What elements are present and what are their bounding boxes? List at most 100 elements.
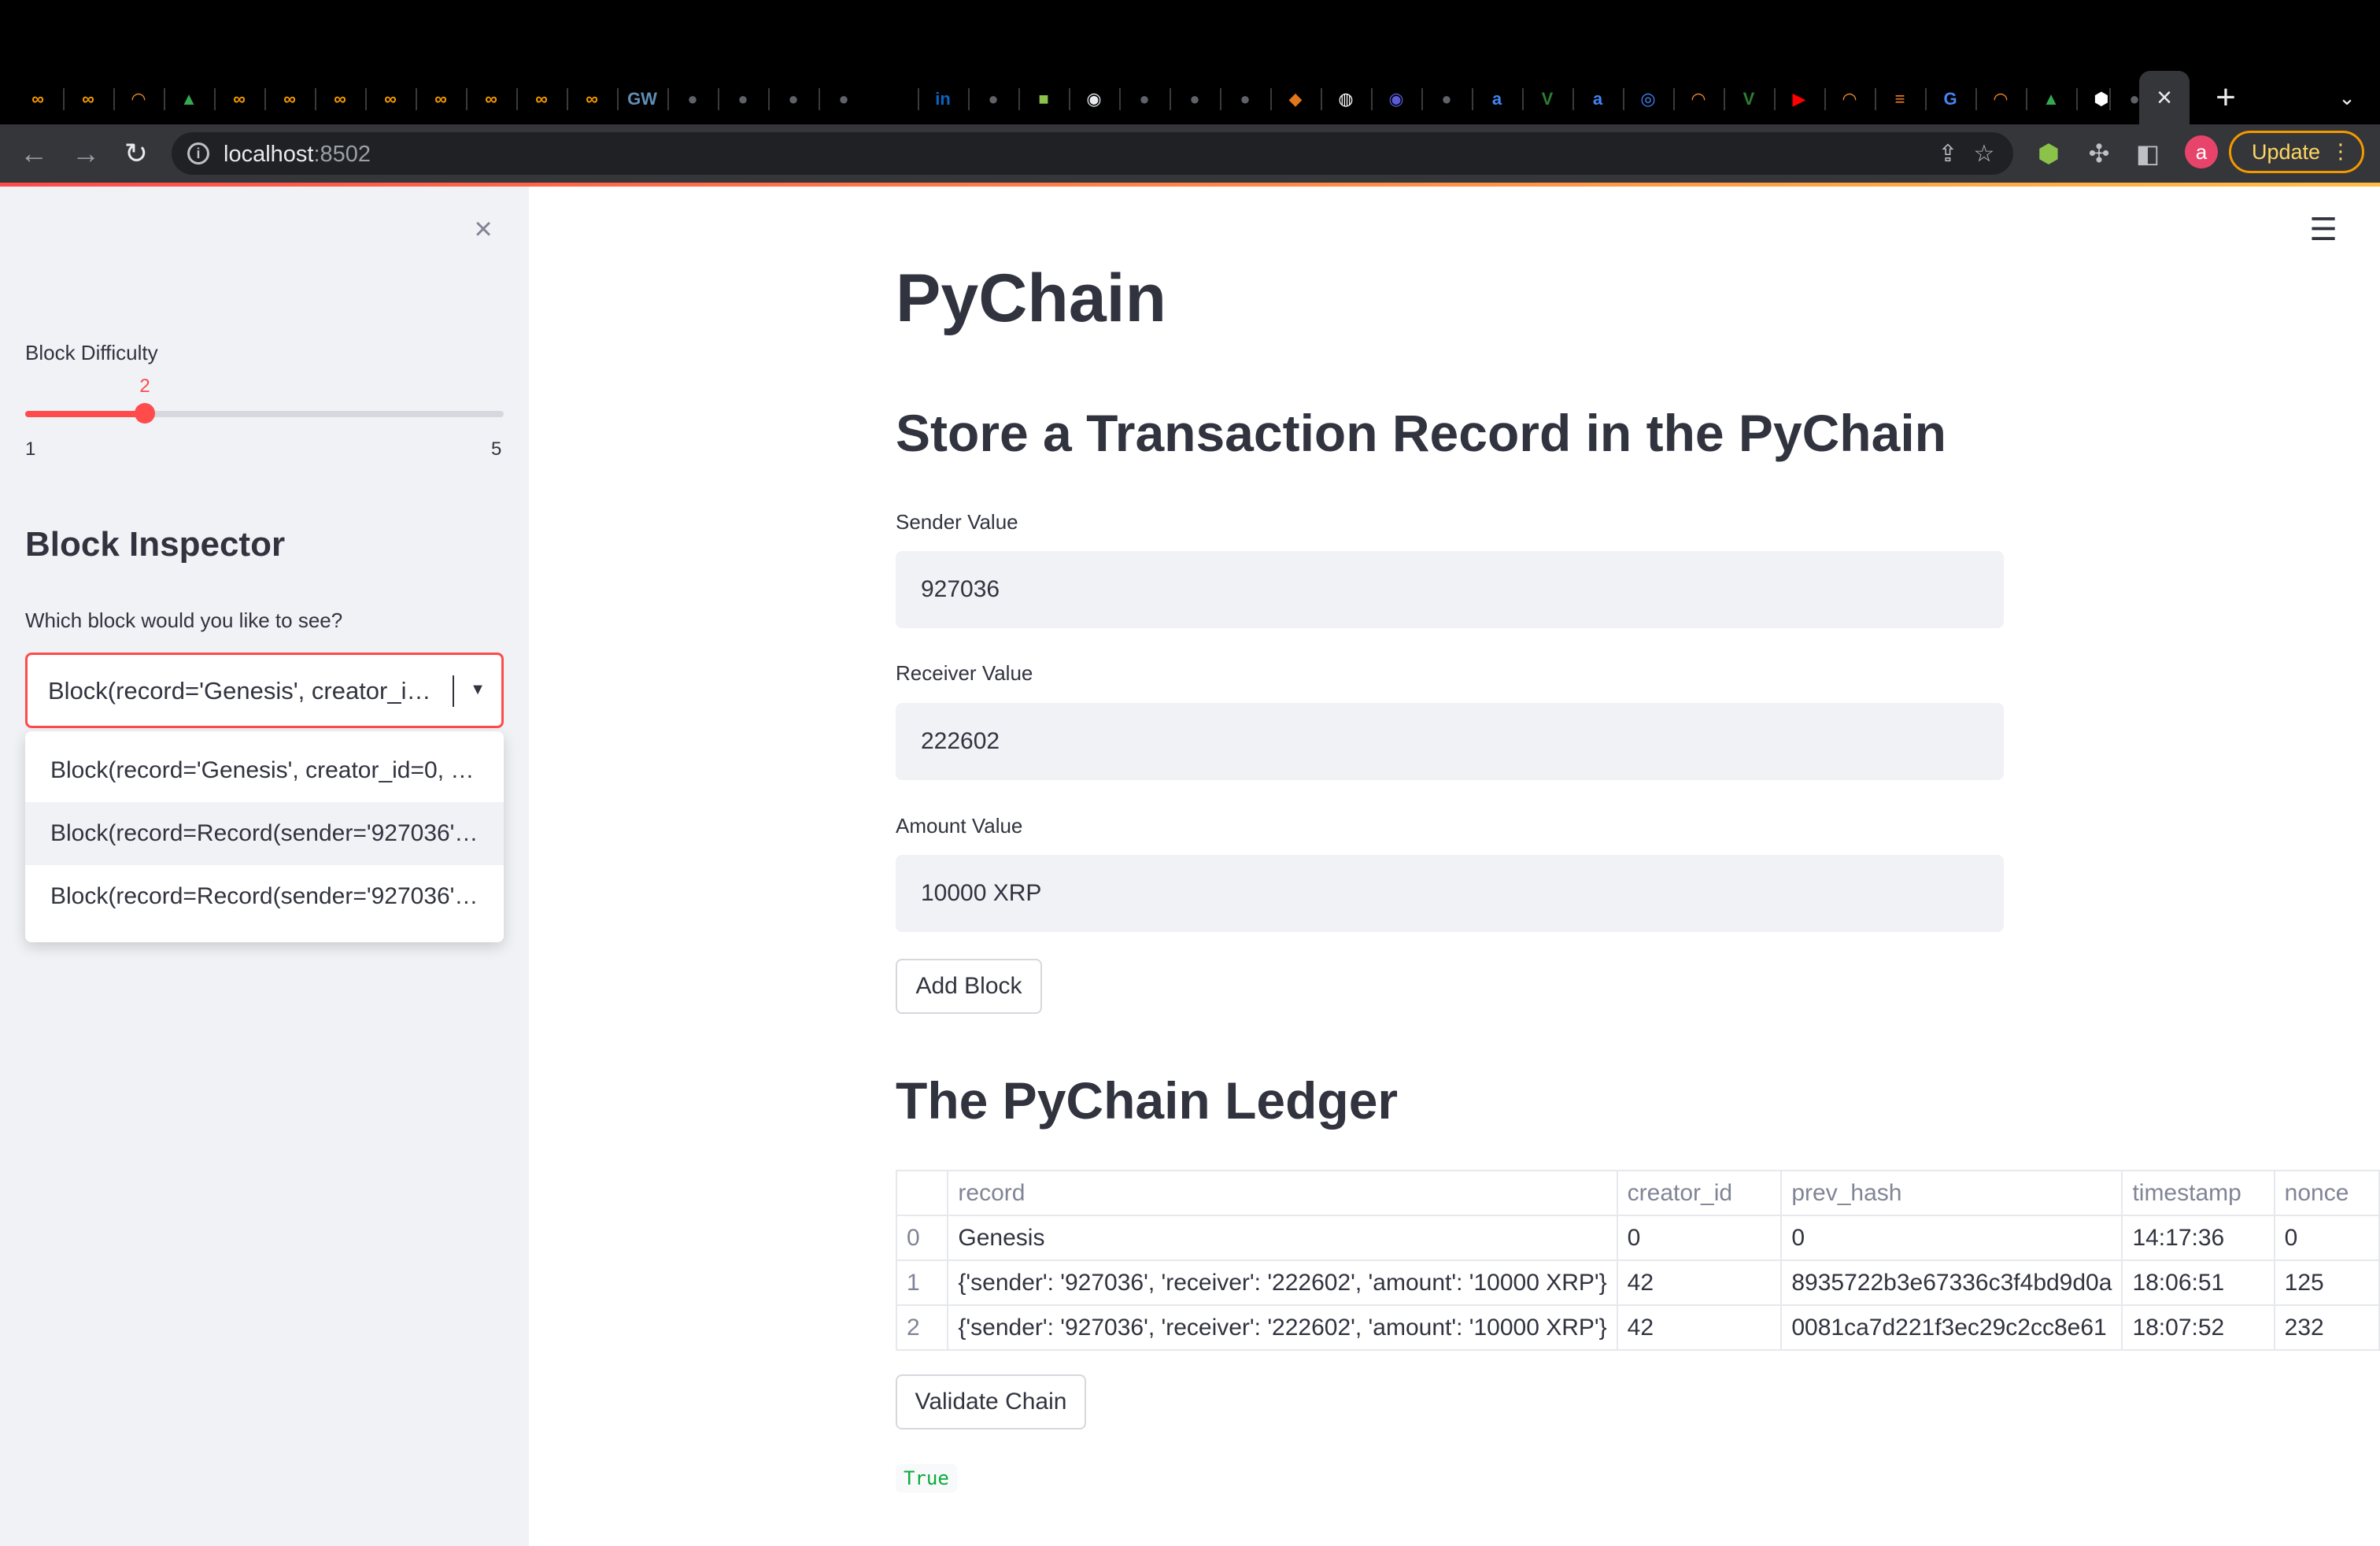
cell-prev-hash[interactable]: 0081ca7d221f3ec29c2cc8e61	[1780, 1304, 2123, 1351]
tab[interactable]: G	[1933, 82, 1968, 117]
tab[interactable]: ≡	[1883, 82, 1917, 117]
tab-strip: ∞ ∞ ◠ ▲ ∞ ∞ ∞ ∞ ∞ ∞ ∞ ∞ GW ● ● ● ● in ● ■ ◉ ● ● ● ◆ ◍ ◉ ● a Va ◎ ◠ V ▶ ◠ ≡ G…	[0, 0, 2380, 124]
tab[interactable]: a	[1580, 82, 1615, 117]
tab-separator	[214, 88, 216, 110]
drive-icon: ▲	[180, 89, 198, 109]
column-header[interactable]: timestamp	[2121, 1170, 2275, 1216]
cell-creator-id[interactable]: 42	[1616, 1304, 1783, 1351]
dropdown-option[interactable]: Block(record=Record(sender='927036', rec…	[25, 865, 504, 928]
receiver-input[interactable]: 222602	[896, 703, 2004, 780]
tab[interactable]: ◠	[121, 82, 156, 117]
tab[interactable]: ◎	[1631, 82, 1665, 117]
column-header[interactable]: nonce	[2273, 1170, 2380, 1216]
tab[interactable]: ●	[976, 82, 1011, 117]
new-tab-button[interactable]: +	[2204, 76, 2248, 120]
slider-max-label: 5	[491, 438, 502, 460]
site-info-icon[interactable]: i	[187, 142, 209, 165]
cell-timestamp[interactable]: 18:07:52	[2121, 1304, 2275, 1351]
side-panel-icon[interactable]: ◧	[2130, 135, 2166, 172]
cell-prev-hash[interactable]: 0	[1780, 1215, 2123, 1261]
tab[interactable]: ●	[1177, 82, 1212, 117]
tab[interactable]: ∞	[423, 82, 458, 117]
tab[interactable]: ●	[675, 82, 710, 117]
tab[interactable]: ●	[1429, 82, 1464, 117]
tab[interactable]: V	[1530, 82, 1565, 117]
cell-record[interactable]: {'sender': '927036', 'receiver': '222602…	[947, 1304, 1618, 1351]
dropdown-option[interactable]: Block(record=Record(sender='927036', rec…	[25, 802, 504, 865]
chevron-down-icon[interactable]: ▼	[462, 674, 493, 705]
cell-nonce[interactable]: 0	[2273, 1215, 2380, 1261]
tab[interactable]: V	[1731, 82, 1766, 117]
tab[interactable]: ●	[826, 82, 861, 117]
slider-thumb[interactable]	[135, 403, 155, 423]
cell-creator-id[interactable]: 42	[1616, 1259, 1783, 1306]
tab[interactable]: ▲	[172, 82, 206, 117]
amount-input[interactable]: 10000 XRP	[896, 855, 2004, 932]
tab[interactable]: ∞	[71, 82, 105, 117]
tab[interactable]: ■	[1026, 82, 1061, 117]
cell-record[interactable]: {'sender': '927036', 'receiver': '222602…	[947, 1259, 1618, 1306]
github-icon: ●	[838, 89, 849, 109]
tab[interactable]: ◍	[1329, 82, 1363, 117]
tab[interactable]: ●	[726, 82, 760, 117]
tab[interactable]: ⬢	[2084, 82, 2119, 117]
tab[interactable]: ▲	[2034, 82, 2068, 117]
column-header[interactable]: record	[947, 1170, 1618, 1216]
tab-separator	[718, 88, 719, 110]
tab[interactable]: ▶	[1782, 82, 1816, 117]
forward-button[interactable]: →	[65, 132, 107, 175]
column-header[interactable]: creator_id	[1616, 1170, 1783, 1216]
tab[interactable]: ●	[776, 82, 811, 117]
back-button[interactable]: ←	[13, 132, 55, 175]
block-select[interactable]: Block(record='Genesis', creator_id=0, pr…	[25, 653, 504, 728]
tab[interactable]: a	[1480, 82, 1514, 117]
cell-record[interactable]: Genesis	[947, 1215, 1618, 1261]
cell-nonce[interactable]: 232	[2273, 1304, 2380, 1351]
bookmark-star-icon[interactable]: ☆	[1969, 139, 1999, 168]
main-menu-icon[interactable]: ☰	[2306, 213, 2341, 247]
column-header[interactable]: prev_hash	[1780, 1170, 2123, 1216]
tab[interactable]: ◆	[1278, 82, 1313, 117]
tab-search-button[interactable]: ⌄	[2325, 76, 2369, 120]
address-bar[interactable]: i localhost:8502 ⇪ ☆	[172, 132, 2013, 175]
add-block-button[interactable]: Add Block	[896, 959, 1042, 1014]
tab[interactable]: ∞	[474, 82, 508, 117]
tab[interactable]: ◠	[1983, 82, 2018, 117]
block-difficulty-slider[interactable]	[25, 403, 504, 423]
cell-creator-id[interactable]: 0	[1616, 1215, 1783, 1261]
tab[interactable]: ◉	[1077, 82, 1111, 117]
tab[interactable]: ∞	[272, 82, 307, 117]
active-tab-close-button[interactable]: ×	[2139, 71, 2190, 124]
tab[interactable]: ∞	[222, 82, 257, 117]
tab[interactable]: GW	[625, 82, 660, 117]
close-sidebar-icon[interactable]: ×	[464, 210, 502, 248]
dropdown-option[interactable]: Block(record='Genesis', creator_id=0, pr…	[25, 739, 504, 802]
tab[interactable]: ◠	[1681, 82, 1716, 117]
extension-icon[interactable]: ⬢	[2031, 135, 2067, 172]
tab[interactable]: ∞	[373, 82, 408, 117]
text-caret	[453, 675, 454, 707]
tab[interactable]: in	[926, 82, 960, 117]
column-header[interactable]	[895, 1170, 949, 1216]
profile-avatar[interactable]: a	[2185, 135, 2218, 168]
cell-timestamp[interactable]: 18:06:51	[2121, 1259, 2275, 1306]
sender-input[interactable]: 927036	[896, 551, 2004, 628]
tab[interactable]: ●	[1127, 82, 1162, 117]
reload-button[interactable]: ↻	[115, 132, 157, 175]
tab[interactable]: ∞	[575, 82, 609, 117]
cell-nonce[interactable]: 125	[2273, 1259, 2380, 1306]
tab[interactable]: ◉	[1379, 82, 1414, 117]
more-menu-icon[interactable]: ⋮	[2330, 139, 2351, 164]
tab[interactable]: ●	[1228, 82, 1262, 117]
share-icon[interactable]: ⇪	[1933, 139, 1963, 168]
tab[interactable]: ∞	[20, 82, 55, 117]
validate-chain-button[interactable]: Validate Chain	[896, 1374, 1086, 1429]
update-button[interactable]: Update ⋮	[2229, 131, 2364, 173]
tab[interactable]: ∞	[323, 82, 357, 117]
extensions-puzzle-icon[interactable]: ✣	[2081, 135, 2117, 172]
cell-prev-hash[interactable]: 8935722b3e67336c3f4bd9d0a	[1780, 1259, 2123, 1306]
tab[interactable]: ◠	[1832, 82, 1867, 117]
cell-timestamp[interactable]: 14:17:36	[2121, 1215, 2275, 1261]
tab[interactable]: ∞	[524, 82, 559, 117]
url-text[interactable]: localhost:8502	[224, 142, 371, 168]
